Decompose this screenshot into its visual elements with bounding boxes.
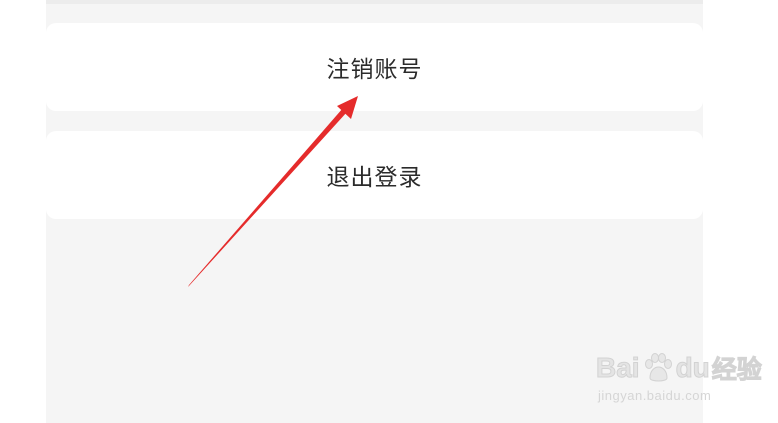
baidu-paw-icon <box>644 353 672 382</box>
deregister-account-label: 注销账号 <box>326 57 423 83</box>
baidu-jingyan-watermark: Bai du 经验 jingyan.baidu.com <box>592 338 763 408</box>
watermark-brand: Bai du 经验 <box>596 350 763 386</box>
watermark-brand-prefix: Bai <box>596 352 641 384</box>
top-divider <box>46 0 703 4</box>
logout-button[interactable]: 退出登录 <box>46 131 703 219</box>
watermark-brand-cn: 经验 <box>711 356 762 385</box>
watermark-brand-suffix: du <box>675 352 710 384</box>
logout-label: 退出登录 <box>326 165 423 191</box>
watermark-url: jingyan.baidu.com <box>598 388 712 403</box>
deregister-account-button[interactable]: 注销账号 <box>46 23 703 111</box>
